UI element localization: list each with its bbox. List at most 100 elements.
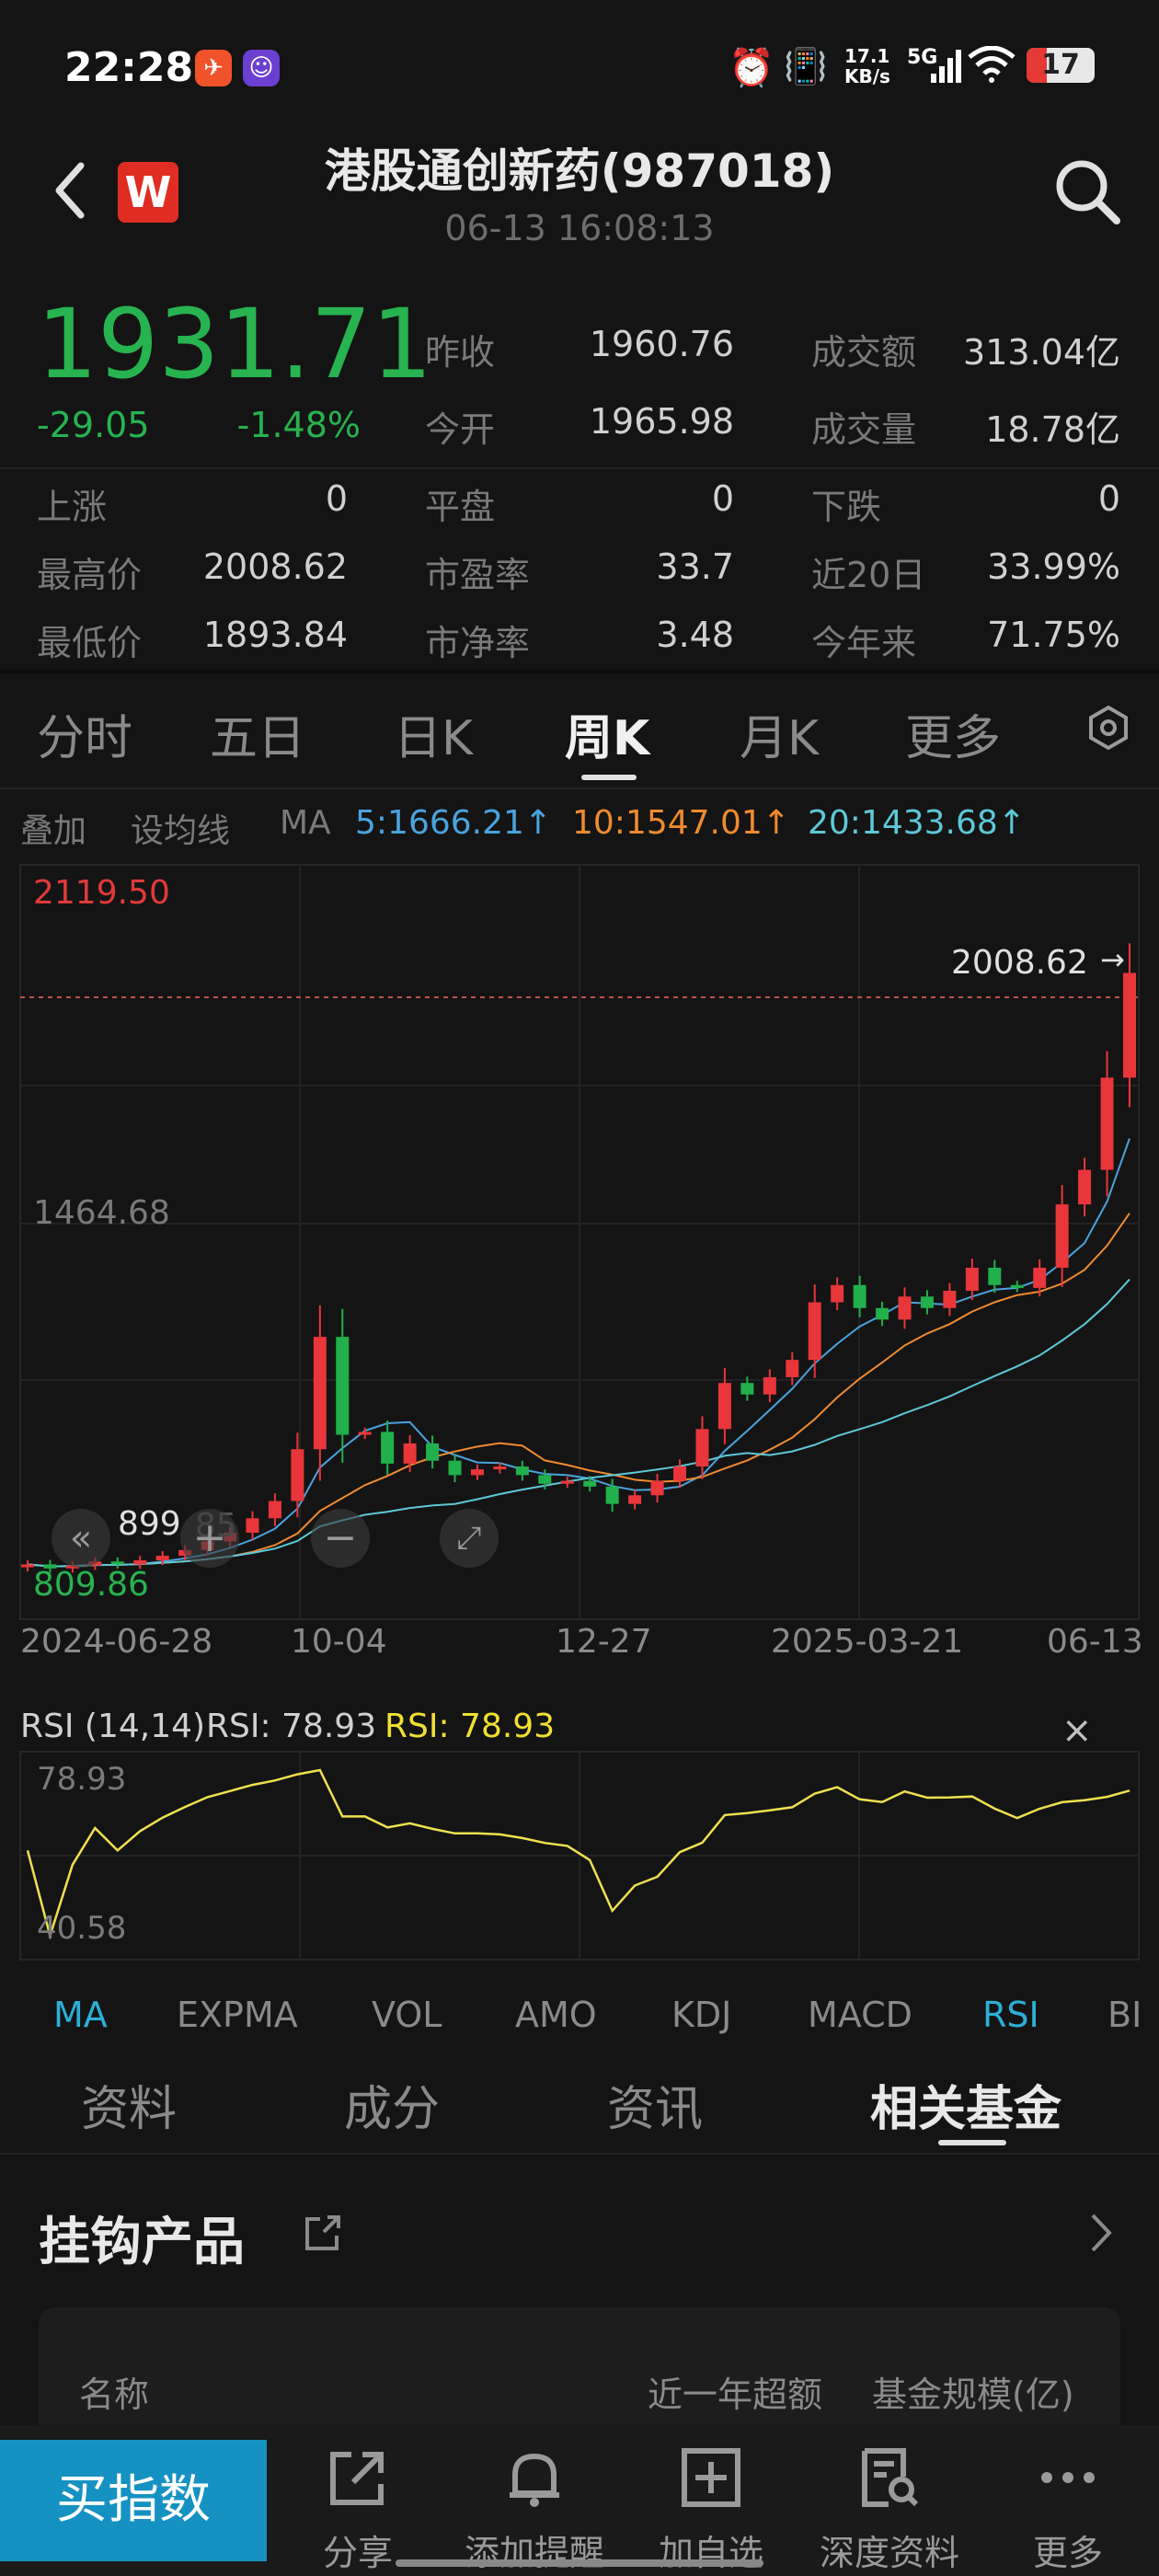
tab-daily-k[interactable]: 日K [394, 699, 473, 768]
plus-square-icon [624, 2440, 798, 2513]
battery-icon: 17 [1027, 48, 1095, 83]
share-icon [270, 2440, 445, 2513]
chevron-right-icon[interactable] [1089, 2212, 1113, 2258]
rsi-value-1: RSI: 78.93 [206, 1708, 377, 1745]
linked-products-title: 挂钩产品 [39, 2213, 245, 2272]
tab-timeshare[interactable]: 分时 [37, 699, 132, 768]
add-watchlist-label: 加自选 [658, 2533, 763, 2573]
kline-y-max: 2119.50 [33, 874, 170, 912]
section-tab-related-funds[interactable]: 相关基金 [870, 2070, 1061, 2139]
external-link-icon[interactable] [304, 2214, 342, 2256]
section-tab-constituents[interactable]: 成分 [344, 2070, 440, 2139]
candle-body [786, 1360, 799, 1377]
indicator-tab-bias[interactable]: BI [1107, 1995, 1159, 2035]
search-icon [1056, 160, 1120, 224]
kline-y-min: 809.86 [33, 1566, 149, 1604]
x-label-2: 10-04 [291, 1623, 387, 1661]
candle-body [246, 1518, 259, 1533]
buy-index-button[interactable]: 买指数 [0, 2440, 267, 2561]
candle-body [988, 1267, 1002, 1285]
add-alert-button[interactable]: 添加提醒 [447, 2440, 622, 2575]
x-label-1: 2024-06-28 [20, 1623, 213, 1661]
set-ma-button[interactable]: 设均线 [131, 804, 230, 852]
indicator-tab-vol[interactable]: VOL [372, 1995, 442, 2035]
indicator-tab-expma[interactable]: EXPMA [177, 1995, 298, 2035]
rsi-top-label: 78.93 [37, 1761, 127, 1798]
close-indicator-button[interactable]: × [1061, 1709, 1093, 1752]
more-dots-icon [981, 2440, 1155, 2513]
rsi-chart[interactable] [0, 1748, 1159, 1969]
overlay-button[interactable]: 叠加 [20, 804, 86, 852]
turnover-value: 313.04亿 [963, 332, 1120, 373]
candle-body [1100, 1077, 1114, 1170]
zoom-in-button[interactable]: + [180, 1509, 239, 1568]
candle-body [493, 1466, 507, 1470]
candle-body [336, 1337, 350, 1435]
status-bar: 22:28 ✈ ☺ ⏰ 📳 17.1 KB/s 5G 17 [0, 0, 1159, 138]
arrow-right-icon: → [1100, 942, 1125, 977]
kline-high-marker: 2008.62 [951, 944, 1088, 982]
ma-label: MA [280, 804, 331, 842]
low-value: 1893.84 [202, 615, 348, 655]
section-tab-indicator [938, 2140, 1006, 2145]
d20-value: 33.99% [987, 546, 1120, 587]
candle-body [1078, 1169, 1092, 1205]
clock: 22:28 [64, 44, 194, 91]
divider [0, 670, 1159, 673]
zoom-out-button[interactable]: − [311, 1509, 370, 1568]
scroll-left-button[interactable]: « [52, 1509, 110, 1568]
indicator-tab-macd[interactable]: MACD [808, 1995, 912, 2035]
more-button[interactable]: 更多 [981, 2440, 1155, 2575]
candle-body [943, 1291, 957, 1308]
up-label: 上涨 [37, 487, 108, 527]
candle-body [853, 1284, 866, 1308]
pe-label: 市盈率 [425, 555, 531, 595]
ytd-label: 今年来 [811, 623, 917, 663]
tab-more[interactable]: 更多 [905, 699, 1001, 768]
share-button[interactable]: 分享 [270, 2440, 445, 2575]
tab-five-day[interactable]: 五日 [210, 699, 305, 768]
section-tab-news[interactable]: 资讯 [607, 2070, 703, 2139]
indicator-tab-amo[interactable]: AMO [515, 1995, 597, 2035]
pb-value: 3.48 [656, 615, 734, 655]
chart-settings-button[interactable] [1085, 705, 1131, 754]
candle-body [381, 1432, 395, 1464]
ma20-value: 20:1433.68↑ [808, 804, 1026, 842]
ytd-value: 71.75% [987, 615, 1120, 655]
d20-label: 近20日 [811, 555, 926, 595]
add-watchlist-button[interactable]: 加自选 [624, 2440, 798, 2575]
wifi-icon [968, 45, 1016, 92]
price-change-pct: -1.48% [236, 405, 361, 445]
candle-body [515, 1466, 529, 1476]
x-label-3: 12-27 [556, 1623, 652, 1661]
section-tab-info[interactable]: 资料 [81, 2070, 177, 2139]
settings-icon [1089, 705, 1128, 751]
candle-body [110, 1561, 124, 1565]
x-label-5: 06-13 [1047, 1623, 1143, 1661]
flat-value: 0 [711, 478, 734, 519]
col-name-header: 名称 [79, 2375, 150, 2415]
candle-body [717, 1383, 731, 1430]
search-button[interactable] [1052, 156, 1122, 230]
up-value: 0 [325, 478, 348, 519]
candle-body [1055, 1204, 1069, 1268]
candle-body [291, 1449, 304, 1501]
candle-body [133, 1560, 147, 1565]
fullscreen-button[interactable]: ⤢ [440, 1509, 499, 1568]
rsi-title: RSI (14,14) [20, 1708, 206, 1745]
chart-period-tabs: 分时 五日 日K 周K 月K 更多 [0, 699, 1159, 773]
open-label: 今开 [425, 409, 496, 450]
candle-body [560, 1480, 574, 1484]
candle-body [740, 1383, 754, 1395]
indicator-tab-ma[interactable]: MA [53, 1995, 108, 2035]
indicator-tab-kdj[interactable]: KDJ [671, 1995, 731, 2035]
quote-timestamp: 06-13 16:08:13 [444, 208, 715, 248]
tab-monthly-k[interactable]: 月K [740, 699, 819, 768]
deep-data-button[interactable]: 深度资料 [802, 2440, 977, 2575]
active-tab-indicator [581, 775, 637, 780]
signal-icon [931, 50, 962, 86]
indicator-tab-rsi[interactable]: RSI [982, 1995, 1039, 2035]
candle-body [831, 1284, 844, 1303]
tab-weekly-k[interactable]: 周K [565, 699, 649, 768]
candle-body [965, 1267, 979, 1292]
